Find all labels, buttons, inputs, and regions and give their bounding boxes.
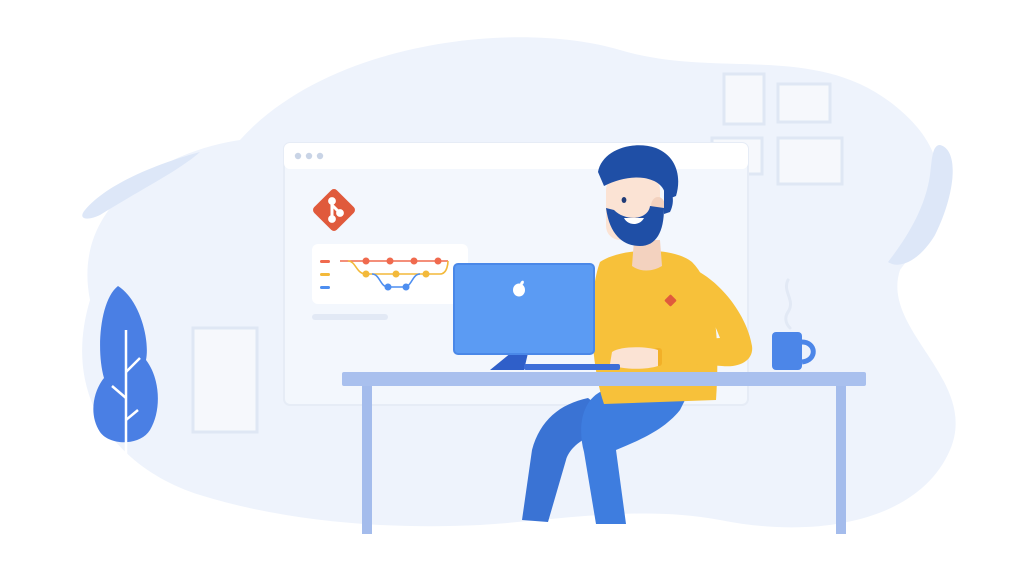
- monitor: [453, 263, 595, 370]
- window-dots-icon: [294, 152, 324, 160]
- text-placeholder-bar: [312, 314, 388, 320]
- frame-wide-top: [776, 82, 832, 124]
- commit-graph-panel: [312, 244, 468, 304]
- frame-left-bottom: [191, 326, 259, 434]
- frame-small-top: [722, 72, 766, 126]
- keyboard: [524, 364, 620, 370]
- legend-yellow: [320, 273, 330, 276]
- legend-red: [320, 260, 330, 263]
- developer-illustration: [0, 0, 1018, 568]
- monitor-screen: [454, 264, 594, 354]
- legend-blue: [320, 286, 330, 289]
- desk-top: [342, 372, 866, 386]
- browser-titlebar: [284, 143, 748, 169]
- frame-right: [776, 136, 844, 186]
